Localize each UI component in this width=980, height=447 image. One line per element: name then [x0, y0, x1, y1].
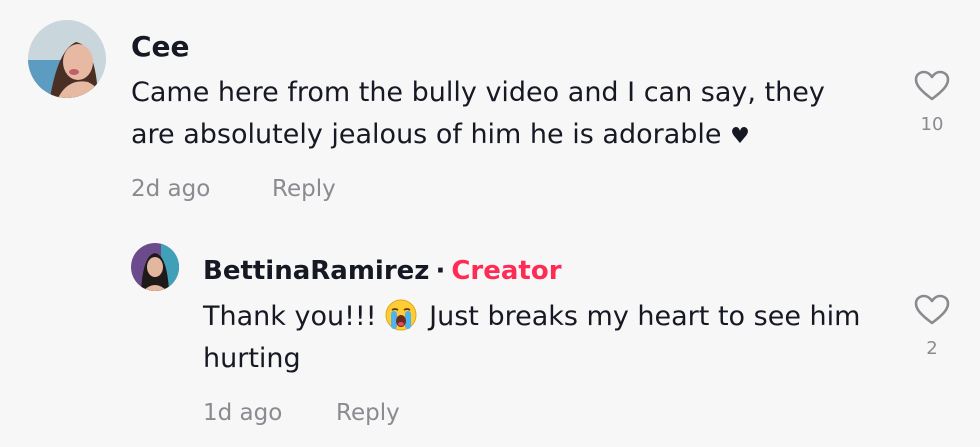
loudly-crying-face-icon [385, 299, 417, 331]
reply-timestamp: 1d ago [203, 400, 283, 426]
heart-outline-icon [914, 70, 950, 101]
creator-badge: Creator [451, 256, 562, 286]
avatar-image [131, 243, 179, 291]
avatar[interactable] [28, 20, 106, 98]
like-button[interactable]: 10 [902, 70, 962, 135]
like-count: 10 [920, 114, 944, 135]
reply-button[interactable]: Reply [336, 400, 400, 426]
like-count: 2 [926, 338, 938, 359]
comment-text-line-2: are absolutely jealous of him he is ador… [131, 119, 750, 150]
reply-username-row: BettinaRamirez · Creator [203, 256, 562, 286]
comment-timestamp: 2d ago [131, 176, 211, 202]
heart-suit-icon: ♥ [730, 124, 750, 149]
comment-username[interactable]: Cee [131, 30, 190, 63]
reply-text: Thank you!!! Just breaks my heart to see… [203, 296, 893, 380]
reply-text-line-1: Thank you!!! Just breaks my heart to see… [203, 299, 861, 332]
heart-outline-icon [914, 294, 950, 325]
comment-text-line-1: Came here from the bully video and I can… [131, 77, 825, 108]
reply-text-line-2: hurting [203, 343, 301, 374]
reply-button[interactable]: Reply [272, 176, 336, 202]
avatar-image [28, 20, 106, 98]
comment-text: Came here from the bully video and I can… [131, 72, 891, 158]
like-button[interactable]: 2 [902, 294, 962, 359]
avatar[interactable] [131, 243, 179, 291]
reply-username[interactable]: BettinaRamirez [203, 256, 429, 286]
separator-dot: · [435, 256, 446, 286]
